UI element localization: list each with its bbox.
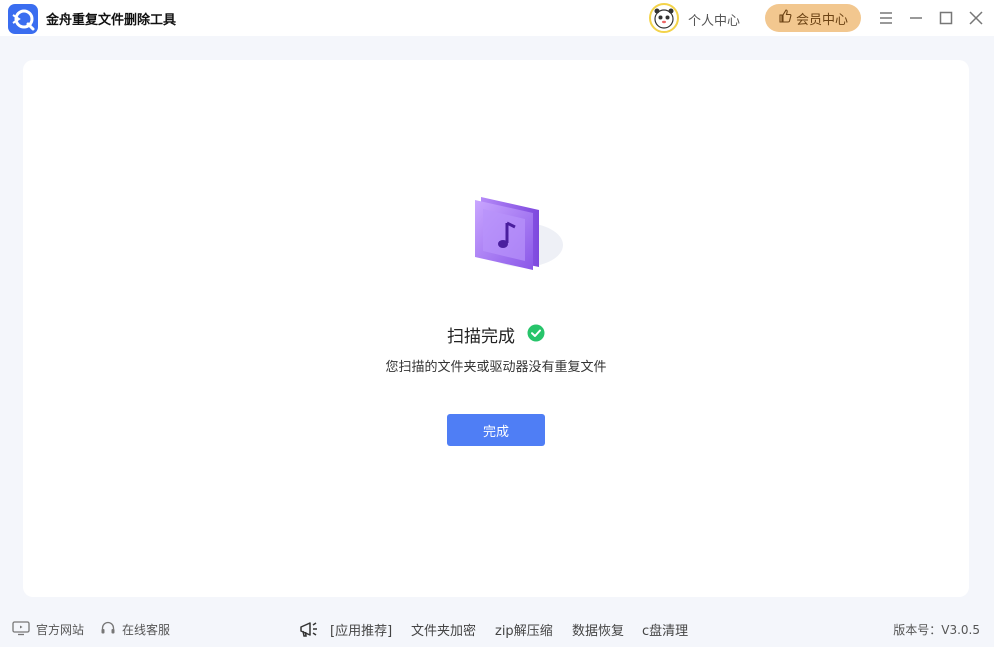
monitor-icon: [12, 620, 30, 639]
user-center-link[interactable]: 个人中心: [688, 10, 740, 29]
thumbs-up-icon: [778, 9, 792, 27]
version-label: 版本号：V3.0.5: [893, 623, 980, 637]
close-icon[interactable]: [966, 8, 986, 28]
check-circle-icon: [527, 324, 545, 346]
folder-encrypt-link[interactable]: 文件夹加密: [411, 620, 476, 639]
official-website-link[interactable]: 官方网站: [12, 620, 84, 639]
app-recommend-label: [应用推荐]: [330, 624, 393, 639]
result-card: 扫描完成 您扫描的文件夹或驱动器没有重复文件 完成: [23, 60, 969, 597]
data-recovery-link[interactable]: 数据恢复: [572, 620, 624, 639]
music-file-illustration-icon: [453, 185, 563, 280]
footer: 官方网站 在线客服 [应用推荐] 文件夹加密 zip解压缩 数据恢复 c盘清理 …: [0, 610, 994, 647]
megaphone-icon: [298, 619, 320, 642]
scan-status-title: 扫描完成: [447, 327, 515, 347]
menu-icon[interactable]: [876, 8, 896, 28]
minimize-icon[interactable]: [906, 8, 926, 28]
app-title: 金舟重复文件删除工具: [46, 13, 177, 28]
c-drive-clean-link[interactable]: c盘清理: [642, 620, 688, 639]
online-support-link[interactable]: 在线客服: [100, 620, 170, 639]
avatar[interactable]: [649, 3, 679, 33]
vip-center-button[interactable]: 会员中心: [765, 4, 861, 32]
vip-center-label: 会员中心: [795, 12, 848, 28]
app-logo-icon: [8, 4, 38, 34]
title-bar: 金舟重复文件删除工具 个人中心 会员中心: [0, 0, 994, 36]
status-row: 扫描完成: [23, 322, 969, 347]
maximize-icon[interactable]: [936, 8, 956, 28]
done-button[interactable]: 完成: [447, 414, 545, 446]
online-support-label: 在线客服: [122, 623, 171, 637]
headset-icon: [100, 620, 116, 639]
zip-extract-link[interactable]: zip解压缩: [495, 620, 553, 639]
official-website-label: 官方网站: [36, 623, 85, 637]
scan-result-description: 您扫描的文件夹或驱动器没有重复文件: [385, 360, 607, 375]
